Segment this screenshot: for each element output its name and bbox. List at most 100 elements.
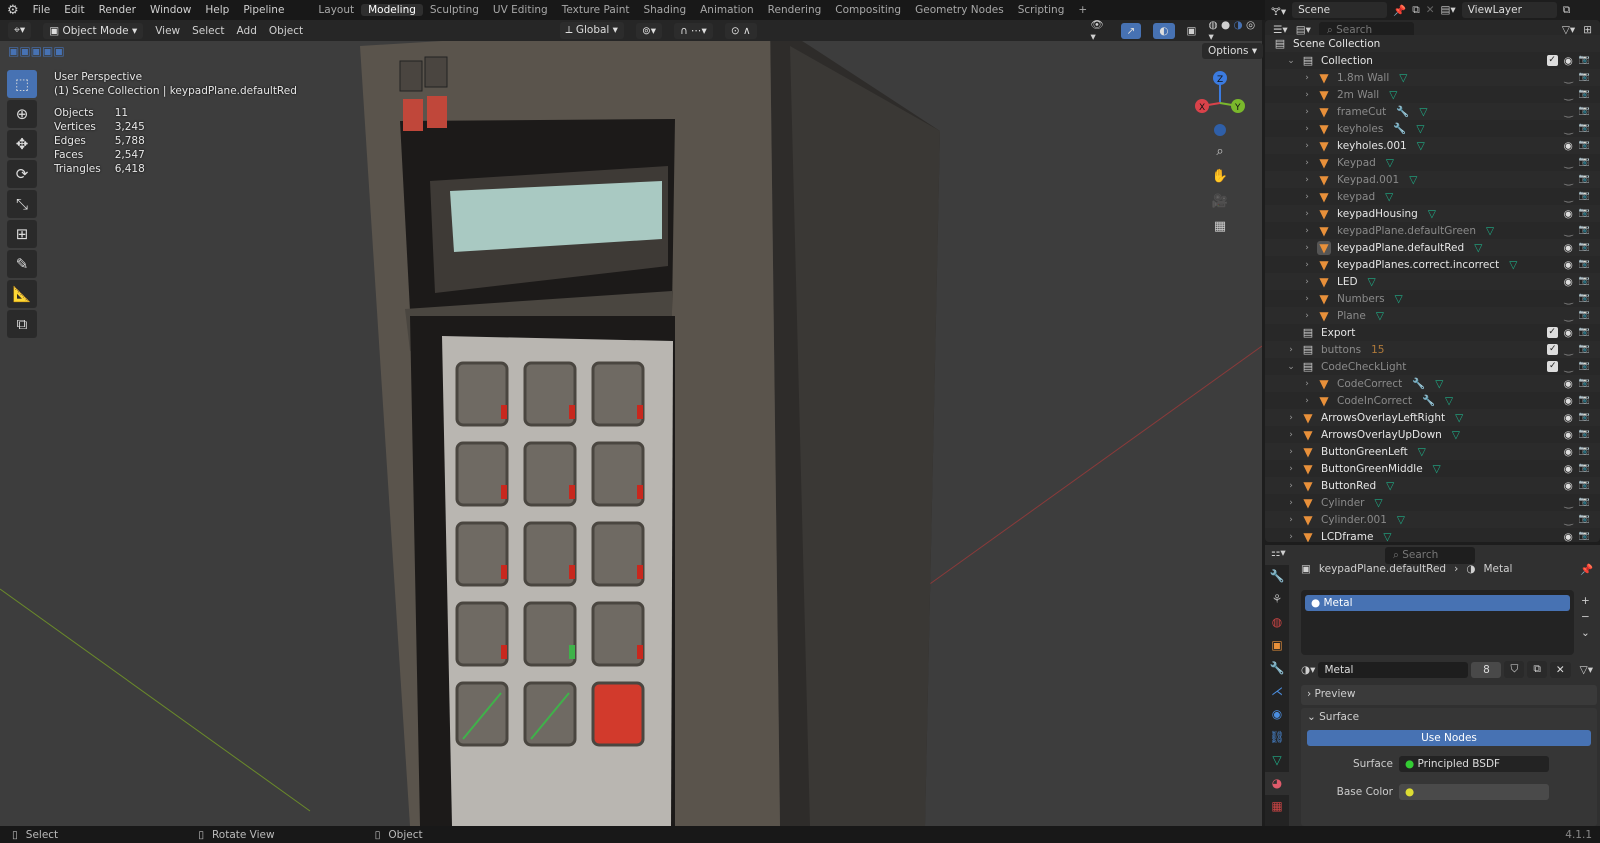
options-dropdown[interactable]: Options ▾ — [1202, 43, 1264, 59]
expand-chevron-icon[interactable]: › — [1285, 464, 1297, 474]
eye-icon[interactable]: ◉ — [1564, 480, 1573, 492]
cursor-tool-icon[interactable]: ⊕ — [7, 100, 37, 128]
mesh-data-icon[interactable]: ▽ — [1445, 395, 1453, 407]
outliner-item[interactable]: › ▼ Cylinder ▽ ‿ 📷 — [1265, 494, 1600, 511]
expand-chevron-icon[interactable]: ⌄ — [1285, 362, 1297, 372]
menu-help[interactable]: Help — [198, 4, 236, 16]
properties-search-input[interactable]: ⌕ Search — [1385, 547, 1475, 564]
eye-icon[interactable]: ◉ — [1564, 140, 1573, 152]
render-camera-icon[interactable]: 📷 — [1579, 446, 1590, 458]
eye-closed-icon[interactable]: ‿ — [1564, 123, 1572, 135]
expand-chevron-icon[interactable]: › — [1301, 192, 1313, 202]
use-nodes-button[interactable]: Use Nodes — [1307, 730, 1591, 746]
gizmo-toggle-icon[interactable]: ↗ — [1120, 22, 1142, 39]
add-cube-tool-icon[interactable]: ⧉ — [7, 310, 37, 338]
tab-animation[interactable]: Animation — [693, 4, 761, 16]
pivot-icon[interactable]: ⊚▾ — [635, 22, 663, 39]
expand-chevron-icon[interactable]: › — [1301, 379, 1313, 389]
menu-window[interactable]: Window — [143, 4, 198, 16]
ortho-grid-icon[interactable]: ▦ — [1208, 215, 1232, 239]
expand-chevron-icon[interactable]: › — [1301, 107, 1313, 117]
selection-mode-icons[interactable]: ▣▣▣▣▣ — [8, 44, 65, 58]
expand-chevron-icon[interactable]: › — [1285, 413, 1297, 423]
eye-closed-icon[interactable]: ‿ — [1564, 225, 1572, 237]
outliner-item[interactable]: › ▼ ArrowsOverlayLeftRight ▽ ◉ 📷 — [1265, 409, 1600, 426]
proportional-edit-icon[interactable]: ⊙ ∧ — [724, 22, 757, 39]
render-camera-icon[interactable]: 📷 — [1579, 174, 1590, 186]
eye-icon[interactable]: ◉ — [1564, 276, 1573, 288]
outliner-item[interactable]: › ▼ Plane ▽ ‿ 📷 — [1265, 307, 1600, 324]
expand-chevron-icon[interactable]: › — [1301, 73, 1313, 83]
menu-pipeline[interactable]: Pipeline — [236, 4, 291, 16]
tab-uv-editing[interactable]: UV Editing — [486, 4, 555, 16]
outliner-item[interactable]: › ▼ ButtonGreenLeft ▽ ◉ 📷 — [1265, 443, 1600, 460]
outliner-item[interactable]: ▤ Scene Collection — [1265, 35, 1600, 52]
modifier-icon[interactable]: 🔧 — [1396, 105, 1409, 118]
render-camera-icon[interactable]: 📷 — [1579, 361, 1590, 373]
material-name-field[interactable]: Metal — [1318, 661, 1469, 678]
eye-icon[interactable]: ◉ — [1564, 429, 1573, 441]
outliner-item[interactable]: › ▼ keyholes.001 ▽ ◉ 📷 — [1265, 137, 1600, 154]
zoom-icon[interactable]: ⌕ — [1208, 140, 1232, 164]
snap-icon[interactable]: ∩ ⋯▾ — [674, 22, 713, 39]
menu-file[interactable]: File — [26, 4, 58, 16]
render-camera-icon[interactable]: 📷 — [1579, 480, 1590, 492]
outliner-item[interactable]: › ▼ keypadPlane.defaultRed ▽ ◉ 📷 — [1265, 239, 1600, 256]
render-camera-icon[interactable]: 📷 — [1579, 191, 1590, 203]
tab-scripting[interactable]: Scripting — [1011, 4, 1072, 16]
modifier-icon[interactable]: 🔧 — [1422, 394, 1435, 407]
mesh-data-icon[interactable]: ▽ — [1419, 106, 1427, 118]
render-camera-icon[interactable]: 📷 — [1579, 463, 1590, 475]
exclude-checkbox[interactable]: ✓ — [1547, 360, 1559, 372]
modifier-icon[interactable]: 🔧 — [1393, 122, 1406, 135]
expand-chevron-icon[interactable]: › — [1285, 345, 1297, 355]
menu-render[interactable]: Render — [92, 4, 143, 16]
exclude-checkbox[interactable]: ✓ — [1547, 343, 1559, 355]
view-layer-icon[interactable]: ▤▾ — [1441, 4, 1456, 16]
shading-modes[interactable]: ◍ ● ◑ ◎ ▾ — [1208, 19, 1262, 43]
render-camera-icon[interactable]: 📷 — [1579, 242, 1590, 254]
new-scene-icon[interactable]: ⧉ — [1412, 4, 1420, 17]
outliner-item[interactable]: › ▼ keyholes 🔧 ▽ ‿ 📷 — [1265, 120, 1600, 137]
outliner-item[interactable]: › ▼ Keypad.001 ▽ ‿ 📷 — [1265, 171, 1600, 188]
menu-select[interactable]: Select — [192, 25, 224, 37]
overlay-toggle-icon[interactable]: ◐ — [1153, 22, 1175, 39]
mesh-data-icon[interactable]: ▽ — [1368, 276, 1376, 288]
eye-icon[interactable]: ◉ — [1564, 446, 1573, 458]
pan-hand-icon[interactable]: ✋ — [1208, 165, 1232, 189]
render-camera-icon[interactable]: 📷 — [1579, 208, 1590, 220]
eye-icon[interactable]: ◉ — [1564, 463, 1573, 475]
camera-view-icon[interactable]: 🎥 — [1208, 190, 1232, 214]
expand-chevron-icon[interactable]: › — [1301, 226, 1313, 236]
world-tab-icon[interactable]: ◍ — [1265, 611, 1289, 634]
outliner-item[interactable]: ⌄ ▤ CodeCheckLight ✓ ‿ 📷 — [1265, 358, 1600, 375]
eye-closed-icon[interactable]: ‿ — [1564, 191, 1572, 203]
duplicate-icon[interactable]: ⧉ — [1527, 661, 1547, 678]
tab-texture-paint[interactable]: Texture Paint — [555, 4, 637, 16]
mesh-data-icon[interactable]: ▽ — [1383, 531, 1391, 543]
transform-orientation-dropdown[interactable]: ⟂ Global ▾ — [559, 22, 624, 39]
render-camera-icon[interactable]: 📷 — [1579, 412, 1590, 424]
tab-shading[interactable]: Shading — [636, 4, 693, 16]
scale-tool-icon[interactable]: ⤡ — [7, 190, 37, 218]
eye-closed-icon[interactable]: ‿ — [1564, 106, 1572, 118]
outliner-item[interactable]: › ▼ Keypad ▽ ‿ 📷 — [1265, 154, 1600, 171]
eye-icon[interactable]: ◉ — [1564, 378, 1573, 390]
xray-icon[interactable]: ▣ — [1187, 25, 1197, 37]
scene-tab-icon[interactable]: ⚘ — [1265, 588, 1289, 611]
move-tool-icon[interactable]: ✥ — [7, 130, 37, 158]
expand-chevron-icon[interactable]: › — [1301, 260, 1313, 270]
outliner-item[interactable]: › ▼ CodeCorrect 🔧 ▽ ◉ 📷 — [1265, 375, 1600, 392]
material-slot[interactable]: ● Metal — [1305, 595, 1570, 611]
outliner-item[interactable]: › ▼ keypadPlanes.correct.incorrect ▽ ◉ 📷 — [1265, 256, 1600, 273]
expand-chevron-icon[interactable]: › — [1301, 124, 1313, 134]
rotate-tool-icon[interactable]: ⟳ — [7, 160, 37, 188]
render-camera-icon[interactable]: 📷 — [1579, 429, 1590, 441]
scene-selector[interactable]: Scene — [1292, 2, 1388, 18]
scene-icon[interactable]: 🝖▾ — [1271, 0, 1286, 21]
mode-dropdown[interactable]: ▣ Object Mode ▾ — [43, 22, 144, 39]
expand-chevron-icon[interactable]: › — [1285, 532, 1297, 542]
expand-chevron-icon[interactable]: › — [1301, 209, 1313, 219]
mesh-data-icon[interactable]: ▽ — [1386, 157, 1394, 169]
surface-shader-field[interactable]: ● Principled BSDF — [1399, 756, 1549, 772]
